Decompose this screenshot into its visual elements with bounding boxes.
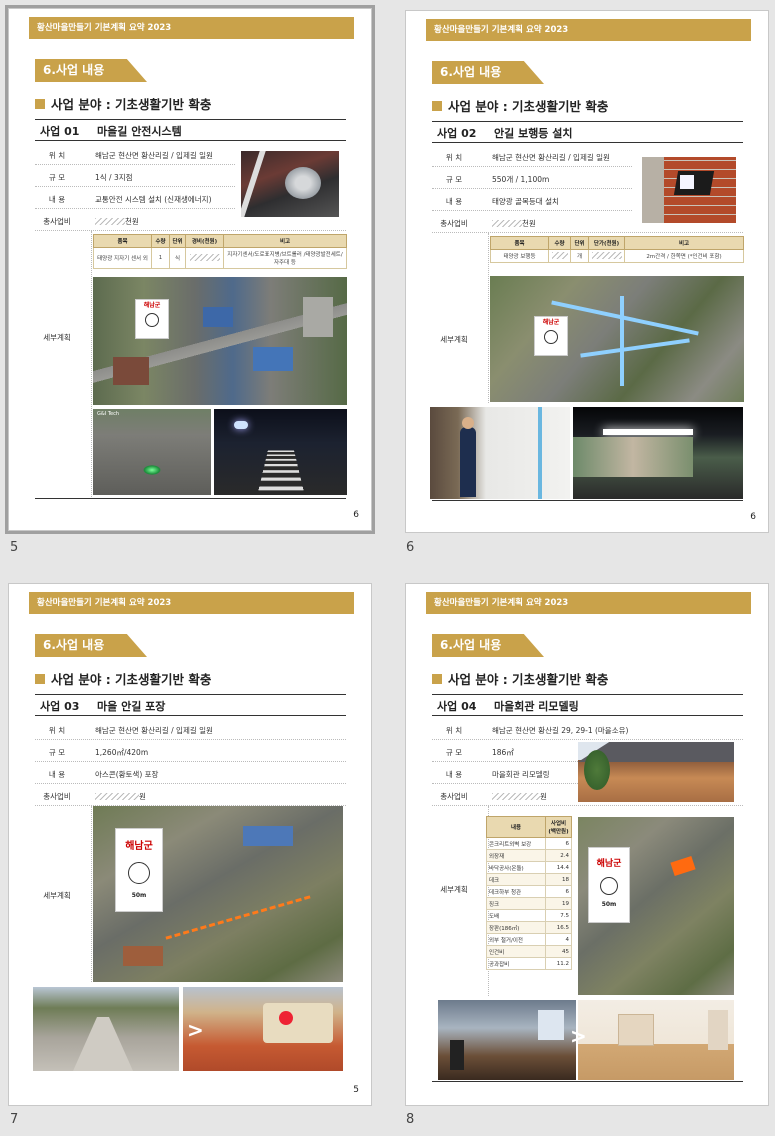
cost-row: 외장재 2.4 [486, 849, 572, 862]
night-crosswalk-photo [214, 409, 347, 495]
slide-thumbnail-6[interactable]: 황산마을만들기 기본계획 요약 2023 6.사업 내용 사업 분야 : 기초생… [405, 10, 769, 533]
field-title: 사업 분야 : 기초생활기반 확충 [432, 96, 608, 115]
redacted-amount [492, 793, 540, 800]
content-row: 내 용 태양광 골목등대 설치 [432, 189, 632, 211]
square-bullet-icon [35, 674, 45, 684]
map-logo: 해남군 [135, 299, 169, 339]
field-title: 사업 분야 : 기초생활기반 확충 [35, 669, 211, 688]
slide-header: 황산마을만들기 기본계획 요약 2023 [29, 592, 354, 614]
section-tag: 6.사업 내용 [432, 61, 544, 84]
installation-photo [430, 407, 570, 499]
location-row: 위 치 해남군 현산면 황산리길 / 입제길 일원 [432, 145, 632, 167]
cost-row: 도배 7.5 [486, 909, 572, 922]
field-title: 사업 분야 : 기초생활기반 확충 [35, 94, 211, 113]
scale-row: 규 모 1식 / 3지점 [35, 165, 235, 187]
cost-row: 바닥공사(온돌) 14.4 [486, 861, 572, 874]
scale-row: 규 모 186㎡ [432, 740, 602, 762]
cost-row: 데크하부 청관 6 [486, 885, 572, 898]
slide-thumbnail-5[interactable]: 황산마을만들기 기본계획 요약 2023 6.사업 내용 사업 분야 : 기초생… [5, 5, 375, 534]
aerial-map: 해남군 [490, 276, 744, 402]
section-tag: 6.사업 내용 [432, 634, 544, 657]
scale-row: 규 모 1,260㎡/420m [35, 740, 346, 762]
content-row: 내 용 아스콘(황토색) 포장 [35, 762, 346, 784]
slide-header: 황산마을만들기 기본계획 요약 2023 [426, 592, 751, 614]
project-code: 사업 04 [437, 700, 477, 713]
item-table: 품목 수량 단위 경비(천원) 비고 태양광 지자기 센서 외 1 식 지자기센… [93, 234, 347, 269]
location-row: 위 치 해남군 현산면 황산길 29, 29-1 (마을소유) [432, 718, 743, 740]
slide-header: 황산마을만들기 기본계획 요약 2023 [426, 19, 751, 41]
slide-number: 5 [10, 540, 19, 555]
project-title-row: 사업 02 안길 보행등 설치 [432, 121, 743, 143]
redacted-amount [492, 220, 522, 227]
cost-row: 외부 철거/이전 4 [486, 933, 572, 946]
cost-row: 징크 19 [486, 897, 572, 910]
project-title: 마을 안길 포장 [97, 700, 166, 713]
aerial-map: 해남군 50m [93, 806, 343, 982]
alley-after-photo [183, 987, 343, 1071]
map-logo: 해남군 50m [588, 847, 630, 923]
slide-header: 황산마을만들기 기본계획 요약 2023 [29, 17, 354, 39]
night-alley-photo [573, 407, 743, 499]
cost-row: 데크 18 [486, 873, 572, 886]
arrow-right-icon: > [570, 1024, 587, 1048]
location-row: 위 치 해남군 현산면 황산리길 / 입제길 일원 [35, 143, 235, 165]
project-title-row: 사업 03 마을 안길 포장 [35, 694, 346, 716]
hall-interior-after-photo [578, 1000, 734, 1080]
cost-row: 장판(186㎡) 16.5 [486, 921, 572, 934]
village-hall-photo [578, 742, 734, 802]
project-code: 사업 03 [40, 700, 80, 713]
project-code: 사업 02 [437, 127, 477, 140]
project-title: 안길 보행등 설치 [494, 127, 573, 140]
slide-thumbnail-8[interactable]: 황산마을만들기 기본계획 요약 2023 6.사업 내용 사업 분야 : 기초생… [405, 583, 769, 1106]
content-row: 내 용 교통안전 시스템 설치 (신재생에너지) [35, 187, 235, 209]
field-title: 사업 분야 : 기초생활기반 확충 [432, 669, 608, 688]
redacted-amount [591, 252, 622, 259]
wall-lamp-photo [642, 157, 736, 223]
square-bullet-icon [35, 99, 45, 109]
cost-table: 내용 사업비 (백만원) 콘크리트외벽 보강 6 외장재 2.4 바닥공사(온돌) 14.4… [486, 816, 572, 970]
section-tag: 6.사업 내용 [35, 59, 147, 82]
redacted-amount [189, 254, 220, 261]
content-row: 내 용 마을회관 리모델링 [432, 762, 602, 784]
redacted-amount [551, 252, 568, 259]
section-tag: 6.사업 내용 [35, 634, 147, 657]
cost-row: 인건비 45 [486, 945, 572, 958]
map-logo: 해남군 [534, 316, 568, 356]
aerial-map: 해남군 [93, 277, 347, 405]
page-number: 6 [353, 510, 359, 520]
square-bullet-icon [432, 101, 442, 111]
redacted-amount [95, 218, 125, 225]
budget-row: 총사업비 원 [35, 784, 346, 806]
project-code: 사업 01 [40, 125, 80, 138]
project-title: 마을회관 리모델링 [494, 700, 579, 713]
project-title-row: 사업 01 마을길 안전시스템 [35, 119, 346, 141]
page-number: 6 [750, 512, 756, 522]
project-title-row: 사업 04 마을회관 리모델링 [432, 694, 743, 716]
map-logo: 해남군 50m [115, 828, 163, 912]
slide-number: 7 [10, 1112, 19, 1127]
arrow-right-icon: > [187, 1018, 204, 1042]
project-title: 마을길 안전시스템 [97, 125, 182, 138]
green-sensor-photo: G&I Tech [93, 409, 211, 495]
solar-sensor-photo [241, 151, 339, 217]
hall-interior-before-photo [438, 1000, 576, 1080]
alley-before-photo [33, 987, 179, 1071]
aerial-map: 해남군 50m [578, 817, 734, 995]
slide-number: 6 [406, 540, 415, 555]
item-table: 품목 수량 단위 단가(천원) 비고 태양광 보행등 개 2m간격 / 한쪽면 … [490, 236, 744, 263]
scale-row: 규 모 550개 / 1,100m [432, 167, 632, 189]
cost-row: 콘크리트외벽 보강 6 [486, 837, 572, 850]
slide-number: 8 [406, 1112, 415, 1127]
redacted-amount [95, 793, 139, 800]
square-bullet-icon [432, 674, 442, 684]
page-number: 5 [353, 1085, 359, 1095]
cost-row: 공과잡비 11.2 [486, 957, 572, 970]
location-row: 위 치 해남군 현산면 황산리길 / 입제길 일원 [35, 718, 346, 740]
slide-thumbnail-7[interactable]: 황산마을만들기 기본계획 요약 2023 6.사업 내용 사업 분야 : 기초생… [8, 583, 372, 1106]
